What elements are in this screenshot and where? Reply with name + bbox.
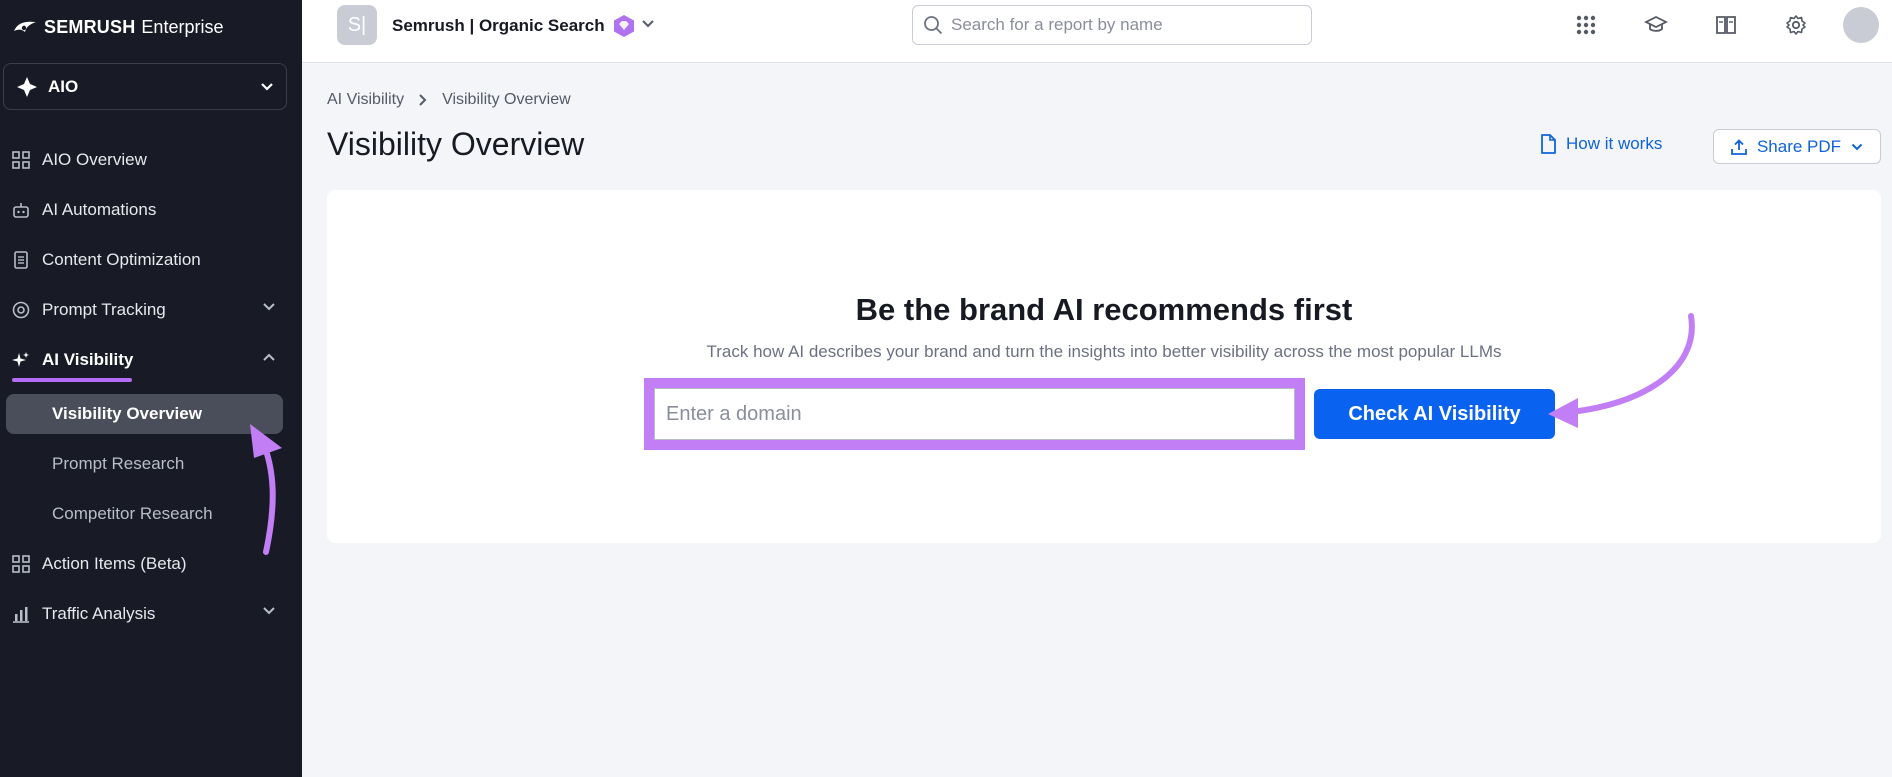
sidebar-item-label: Prompt Tracking xyxy=(42,300,166,319)
how-it-works-label: How it works xyxy=(1566,134,1663,153)
hero-card xyxy=(327,190,1881,543)
chevron-down-icon xyxy=(261,82,273,91)
logo-product: Enterprise xyxy=(141,16,224,37)
sidebar-subitem-label: Visibility Overview xyxy=(52,404,202,423)
bar-chart-icon xyxy=(12,605,30,623)
share-pdf-button[interactable]: Share PDF xyxy=(1713,129,1881,164)
sidebar: SEMRUSH Enterprise AIO AIO Overview AI A… xyxy=(0,0,302,777)
sidebar-item-label: AI Automations xyxy=(42,200,157,219)
sidebar-item-traffic-analysis[interactable]: Traffic Analysis xyxy=(0,594,302,634)
search-icon xyxy=(924,16,943,35)
upload-icon xyxy=(1731,138,1747,155)
sidebar-item-label: AI Visibility xyxy=(42,350,134,369)
sidebar-item-content-optimization[interactable]: Content Optimization xyxy=(0,240,302,280)
grid-icon xyxy=(12,555,30,573)
sidebar-subitem-prompt-research[interactable]: Prompt Research xyxy=(6,444,283,484)
hero-headline: Be the brand AI recommends first xyxy=(855,292,1353,327)
chevron-up-icon xyxy=(263,353,275,361)
user-avatar[interactable] xyxy=(1843,7,1879,43)
search-input[interactable] xyxy=(951,15,1291,35)
page-title: Visibility Overview xyxy=(327,126,585,162)
project-avatar[interactable]: S| xyxy=(337,5,377,45)
chevron-down-icon[interactable] xyxy=(640,18,656,30)
apps-grid-icon[interactable] xyxy=(1573,12,1599,38)
sidebar-subitem-label: Prompt Research xyxy=(52,454,185,473)
target-icon xyxy=(12,301,30,319)
breadcrumb-parent-link[interactable]: AI Visibility xyxy=(327,91,404,109)
chevron-down-icon xyxy=(263,607,275,615)
aio-diamond-icon xyxy=(17,76,37,97)
chevron-right-icon xyxy=(419,94,427,106)
check-ai-visibility-button[interactable]: Check AI Visibility xyxy=(1314,389,1555,439)
sparkle-icon xyxy=(12,351,30,369)
breadcrumb: AI Visibility Visibility Overview xyxy=(327,91,571,109)
gem-icon xyxy=(613,15,634,37)
project-selector[interactable]: Semrush | Organic Search xyxy=(392,14,635,38)
logo-brand: SEMRUSH xyxy=(44,16,136,37)
sidebar-item-label: Content Optimization xyxy=(42,250,201,269)
how-it-works-link[interactable]: How it works xyxy=(1540,134,1662,154)
sidebar-item-aio-overview[interactable]: AIO Overview xyxy=(0,140,302,180)
active-indicator xyxy=(12,378,132,382)
domain-highlight xyxy=(644,378,1305,450)
hero-subline: Track how AI describes your brand and tu… xyxy=(706,342,1502,361)
report-search xyxy=(912,5,1312,45)
workspace-label: AIO xyxy=(48,76,79,96)
chevron-down-icon xyxy=(1851,143,1863,150)
sidebar-item-label: Traffic Analysis xyxy=(42,604,156,623)
settings-gear-icon[interactable] xyxy=(1783,12,1809,38)
sidebar-subitem-competitor-research[interactable]: Competitor Research xyxy=(6,494,283,534)
grid-icon xyxy=(12,151,30,169)
sidebar-item-ai-automations[interactable]: AI Automations xyxy=(0,190,302,230)
knowledge-book-icon[interactable] xyxy=(1713,12,1739,38)
document-icon xyxy=(12,251,30,269)
domain-input[interactable] xyxy=(654,388,1295,440)
chevron-down-icon xyxy=(263,303,275,311)
sidebar-item-prompt-tracking[interactable]: Prompt Tracking xyxy=(0,290,302,330)
share-pdf-label: Share PDF xyxy=(1756,136,1842,156)
workspace-selector[interactable]: AIO xyxy=(3,63,287,110)
project-name: Semrush | Organic Search xyxy=(392,16,605,35)
semrush-logo[interactable]: SEMRUSH Enterprise xyxy=(12,14,223,40)
sidebar-item-ai-visibility[interactable]: AI Visibility xyxy=(0,340,302,380)
academy-cap-icon[interactable] xyxy=(1643,12,1669,38)
sidebar-item-action-items[interactable]: Action Items (Beta) xyxy=(0,544,302,584)
robot-icon xyxy=(12,201,30,219)
breadcrumb-current: Visibility Overview xyxy=(442,91,571,108)
sidebar-item-label: AIO Overview xyxy=(42,150,147,169)
sidebar-subitem-visibility-overview[interactable]: Visibility Overview xyxy=(6,394,283,434)
document-icon xyxy=(1541,134,1556,154)
sidebar-item-label: Action Items (Beta) xyxy=(42,554,187,573)
semrush-fire-icon xyxy=(14,21,36,32)
sidebar-subitem-label: Competitor Research xyxy=(52,504,213,523)
topbar: S| Semrush | Organic Search xyxy=(302,0,1892,63)
